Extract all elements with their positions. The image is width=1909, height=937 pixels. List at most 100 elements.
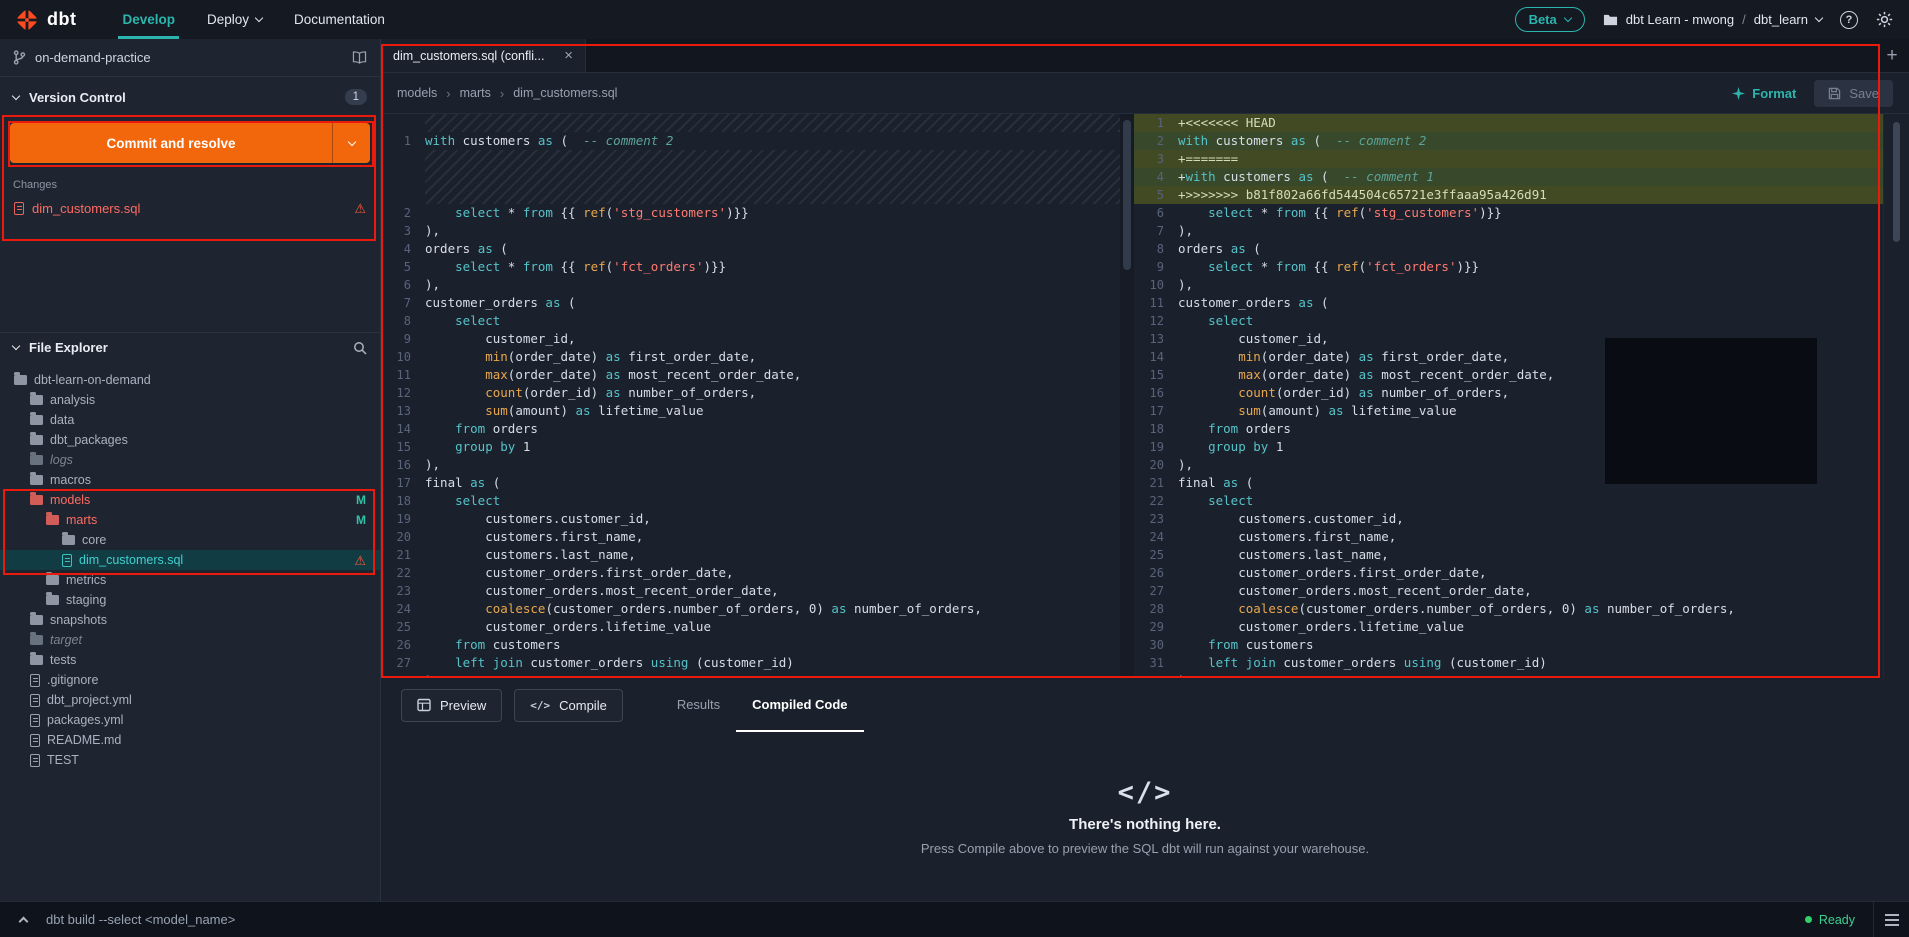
tree-item-dbt-project-yml[interactable]: dbt_project.yml [0,690,380,710]
tree-item-models[interactable]: models M [0,490,380,510]
code-line[interactable]: 16), [381,456,1120,474]
code-line[interactable]: 27 left join customer_orders using (cust… [381,654,1120,672]
code-line[interactable]: 10), [1134,276,1883,294]
code-line[interactable]: 10 min(order_date) as first_order_date, [381,348,1120,366]
nav-develop[interactable]: Develop [106,0,191,39]
code-line[interactable]: 31 left join customer_orders using (cust… [1134,654,1883,672]
tab-dim-customers[interactable]: dim_customers.sql (confli... × [381,39,586,72]
breadcrumb-marts[interactable]: marts [460,86,491,100]
new-tab-button[interactable]: + [1875,39,1909,72]
code-line[interactable]: 4 +with customers as ( -- comment 1 [1134,168,1883,186]
expand-console-button[interactable] [10,914,36,927]
tree-item-logs[interactable]: logs [0,450,380,470]
commit-options-caret[interactable] [332,123,370,163]
changed-file-item[interactable]: dim_customers.sql ⚠ [0,196,380,220]
preview-button[interactable]: Preview [401,688,503,722]
code-line[interactable]: 1 +<<<<<<< HEAD [1134,114,1883,132]
code-line[interactable]: 17 final as ( [381,474,1120,492]
dbt-logo[interactable]: dbt [14,0,76,39]
help-icon[interactable]: ? [1840,10,1858,29]
tree-item-data[interactable]: data [0,410,380,430]
breadcrumb-models[interactable]: models [397,86,437,100]
code-line[interactable]: 7 customer_orders as ( [381,294,1120,312]
project-switcher[interactable]: dbt Learn - mwong / dbt_learn [1603,12,1824,27]
code-line[interactable]: 4 orders as ( [381,240,1120,258]
tree-item-marts[interactable]: marts M [0,510,380,530]
code-line[interactable]: 20 customers.first_name, [381,528,1120,546]
tree-item-packages-yml[interactable]: packages.yml [0,710,380,730]
tree-item-dim-customers-sql[interactable]: dim_customers.sql ⚠ [0,550,380,570]
code-line[interactable]: 27 customer_orders.most_recent_order_dat… [1134,582,1883,600]
tree-item-dbt-learn-on-demand[interactable]: dbt-learn-on-demand [0,370,380,390]
code-line[interactable]: 19 customers.customer_id, [381,510,1120,528]
commit-and-resolve-button[interactable]: Commit and resolve [10,123,370,163]
code-line[interactable]: 30 from customers [1134,636,1883,654]
code-line[interactable]: 24 coalesce(customer_orders.number_of_or… [381,600,1120,618]
code-line[interactable]: 21 customers.last_name, [381,546,1120,564]
tree-item-dbt-packages[interactable]: dbt_packages [0,430,380,450]
code-line[interactable]: 14 from orders [381,420,1120,438]
code-line[interactable]: 3), [381,222,1120,240]
file-explorer-header[interactable]: File Explorer [0,332,380,362]
close-icon[interactable]: × [564,48,573,63]
code-line[interactable]: 6), [381,276,1120,294]
diff-editor[interactable]: 1 with customers as ( -- comment 2 2 selec… [381,114,1909,678]
scrollbar-thumb[interactable] [1893,122,1900,242]
code-line[interactable]: 23 customer_orders.most_recent_order_dat… [381,582,1120,600]
code-line[interactable]: 18 select [381,492,1120,510]
code-line[interactable]: 29 customer_orders.lifetime_value [1134,618,1883,636]
version-control-header[interactable]: Version Control 1 [0,77,380,117]
code-line[interactable]: 5 +>>>>>>> b81f802a66fd544504c65721e3ffaa… [1134,186,1883,204]
tab-compiled-code[interactable]: Compiled Code [736,678,864,732]
code-line[interactable]: 11 customer_orders as ( [1134,294,1883,312]
tree-item-core[interactable]: core [0,530,380,550]
code-line[interactable]: 28 coalesce(customer_orders.number_of_or… [1134,600,1883,618]
code-line[interactable]: 24 customers.first_name, [1134,528,1883,546]
tree-item-tests[interactable]: tests [0,650,380,670]
code-line[interactable]: 22 customer_orders.first_order_date, [381,564,1120,582]
beta-toggle[interactable]: Beta [1514,7,1585,32]
code-line[interactable]: 13 sum(amount) as lifetime_value [381,402,1120,420]
code-line[interactable]: 3 +======= [1134,150,1883,168]
save-button[interactable]: Save [1814,79,1893,107]
code-line[interactable]: 11 max(order_date) as most_recent_order_… [381,366,1120,384]
code-line[interactable]: 26 customer_orders.first_order_date, [1134,564,1883,582]
code-line[interactable]: 8 orders as ( [1134,240,1883,258]
code-line[interactable]: 32) [1134,672,1883,678]
scrollbar-thumb[interactable] [1123,120,1131,270]
code-line[interactable]: 9 customer_id, [381,330,1120,348]
code-line[interactable]: 9 select * from {{ ref('fct_orders')}} [1134,258,1883,276]
code-line[interactable]: 7), [1134,222,1883,240]
command-input[interactable]: dbt build --select <model_name> [46,912,1787,927]
tree-item-test[interactable]: TEST [0,750,380,770]
tab-results[interactable]: Results [661,678,736,732]
menu-icon[interactable] [1873,902,1909,937]
code-line[interactable]: 8 select [381,312,1120,330]
tree-item-target[interactable]: target [0,630,380,650]
tree-item-metrics[interactable]: metrics [0,570,380,590]
code-line[interactable]: 12 count(order_id) as number_of_orders, [381,384,1120,402]
gear-icon[interactable] [1876,11,1893,28]
breadcrumb-file[interactable]: dim_customers.sql [513,86,617,100]
code-line[interactable]: 2 with customers as ( -- comment 2 [1134,132,1883,150]
diff-pane-current[interactable]: 1 with customers as ( -- comment 2 2 selec… [381,114,1120,678]
editor-scrollbar[interactable] [1883,114,1909,678]
tree-item-analysis[interactable]: analysis [0,390,380,410]
tree-item-snapshots[interactable]: snapshots [0,610,380,630]
search-icon[interactable] [353,341,367,355]
code-line[interactable]: 28) [381,672,1120,678]
compile-button[interactable]: </> Compile [514,688,623,722]
nav-deploy[interactable]: Deploy [191,0,278,39]
code-line[interactable]: 2 select * from {{ ref('stg_customers')}… [381,204,1120,222]
code-line[interactable]: 22 select [1134,492,1883,510]
branch-selector[interactable]: on-demand-practice [0,39,380,77]
tree-item-staging[interactable]: staging [0,590,380,610]
code-line[interactable]: 23 customers.customer_id, [1134,510,1883,528]
pane-scrollbar[interactable] [1120,114,1134,678]
code-line[interactable]: 1 with customers as ( -- comment 2 [381,132,1120,150]
code-line[interactable]: 5 select * from {{ ref('fct_orders')}} [381,258,1120,276]
tree-item--gitignore[interactable]: .gitignore [0,670,380,690]
format-button[interactable]: Format [1732,86,1796,101]
code-line[interactable]: 12 select [1134,312,1883,330]
book-icon[interactable] [352,51,367,64]
